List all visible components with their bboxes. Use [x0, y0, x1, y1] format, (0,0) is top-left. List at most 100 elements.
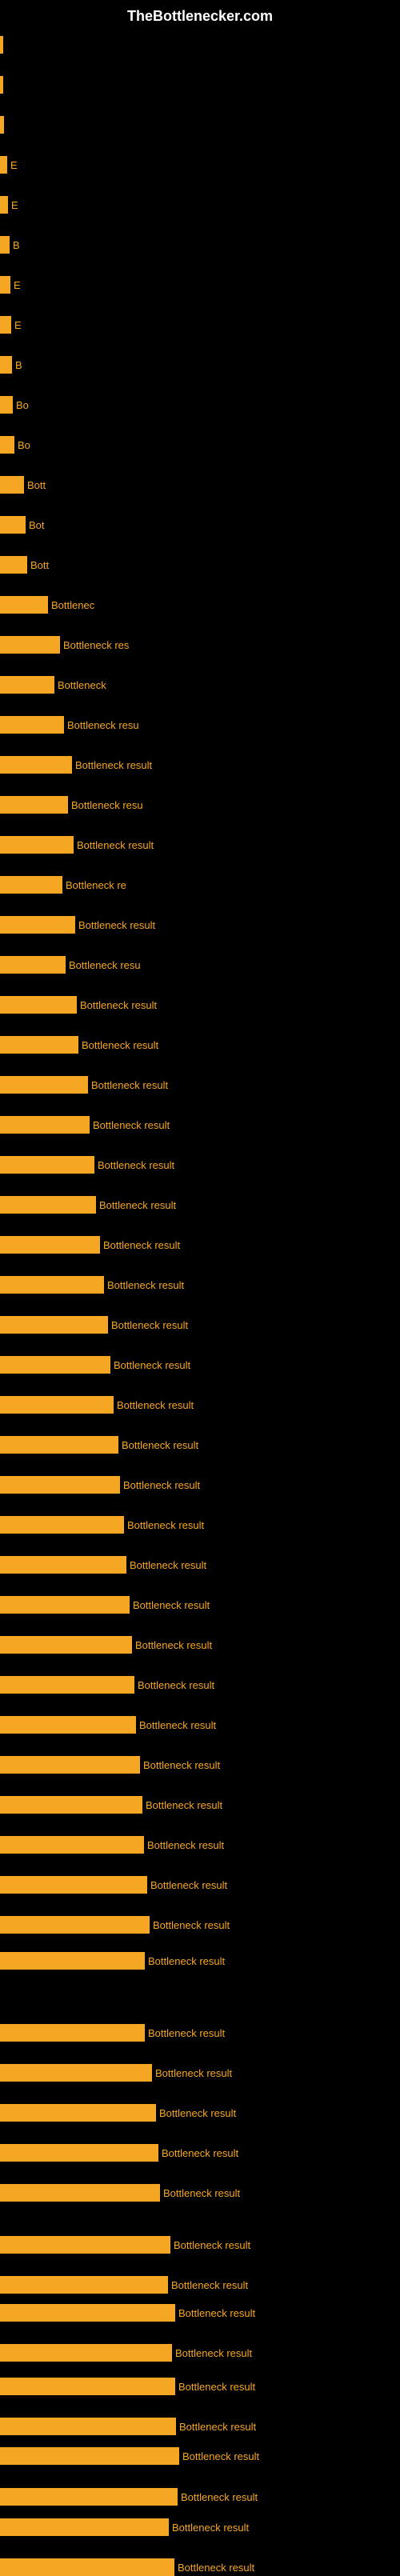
- bar: [0, 196, 8, 214]
- bar-item: Bottleneck result: [0, 1476, 200, 1494]
- bar: [0, 316, 11, 334]
- bar: [0, 436, 14, 454]
- bar: [0, 36, 3, 54]
- bar-label: Bottleneck result: [169, 2522, 249, 2534]
- bar-item: Bottleneck result: [0, 1796, 222, 1814]
- bar-item: Bott: [0, 476, 46, 494]
- bar: [0, 636, 60, 654]
- bar: [0, 996, 77, 1014]
- bar: [0, 1076, 88, 1094]
- bar-item: Bottleneck resu: [0, 796, 143, 814]
- bar-item: Bottleneck result: [0, 1396, 194, 1414]
- bar: [0, 1356, 110, 1374]
- bar-item: [0, 36, 6, 54]
- bar-item: Bottleneck result: [0, 1436, 198, 1454]
- bar-item: Bottleneck result: [0, 2558, 254, 2576]
- bar-label: Bottleneck resu: [64, 719, 139, 731]
- bar-item: E: [0, 156, 18, 174]
- bar: [0, 836, 74, 854]
- bar-label: Bottleneck result: [134, 1679, 214, 1691]
- bar-label: Bottleneck result: [94, 1159, 174, 1171]
- bar-item: Bottleneck result: [0, 2064, 232, 2082]
- bar-label: B: [10, 239, 20, 251]
- bar-item: Bottleneck result: [0, 1156, 174, 1174]
- bar: [0, 1916, 150, 1934]
- bar-item: Bottleneck result: [0, 1916, 230, 1934]
- bar: [0, 76, 3, 94]
- bar-item: Bottleneck result: [0, 1356, 190, 1374]
- bar-label: E: [8, 199, 18, 211]
- bar-item: Bottleneck result: [0, 1236, 180, 1254]
- bar: [0, 1636, 132, 1654]
- bar: [0, 956, 66, 974]
- bar-item: Bottleneck result: [0, 2418, 256, 2435]
- bar-label: Bottleneck: [54, 679, 106, 691]
- bar-label: Bottleneck result: [172, 2347, 252, 2359]
- bar-label: Bottleneck result: [136, 1719, 216, 1731]
- bar: [0, 2064, 152, 2082]
- bar-label: Bottleneck result: [75, 919, 155, 931]
- bar-item: Bottleneck result: [0, 1716, 216, 1734]
- bar-label: E: [10, 279, 21, 291]
- bar-item: Bottleneck result: [0, 1876, 227, 1894]
- bar: [0, 1236, 100, 1254]
- bar-item: Bottleneck result: [0, 1756, 220, 1774]
- bar-label: Bottleneck result: [147, 1879, 227, 1891]
- bar-item: Bottleneck result: [0, 1952, 225, 1970]
- bar-item: Bottleneck result: [0, 1676, 214, 1694]
- bar-item: Bottleneck result: [0, 2378, 255, 2395]
- bar-item: Bottleneck result: [0, 1196, 176, 1214]
- bar-item: Bottleneck resu: [0, 956, 141, 974]
- bar: [0, 2104, 156, 2122]
- bar-label: Bottlenec: [48, 599, 94, 611]
- bar-label: Bottleneck result: [118, 1439, 198, 1451]
- bar-label: Bo: [14, 439, 30, 451]
- bar: [0, 1276, 104, 1294]
- bar-label: Bottleneck result: [72, 759, 152, 771]
- bar: [0, 1716, 136, 1734]
- bar-item: Bottleneck result: [0, 1076, 168, 1094]
- bar: [0, 2184, 160, 2202]
- bar-label: Bottleneck result: [175, 2307, 255, 2319]
- bar-item: Bottleneck result: [0, 2344, 252, 2362]
- bar-label: Bottleneck result: [132, 1639, 212, 1651]
- bar-label: Bottleneck result: [74, 839, 154, 851]
- bar: [0, 1876, 147, 1894]
- bar-label: Bottleneck result: [77, 999, 157, 1011]
- bar: [0, 676, 54, 694]
- bar: [0, 716, 64, 734]
- bar-label: Bottleneck result: [160, 2187, 240, 2199]
- bar: [0, 596, 48, 614]
- bar: [0, 1756, 140, 1774]
- bar-label: Bottleneck result: [88, 1079, 168, 1091]
- bar-item: Bottleneck result: [0, 2144, 238, 2162]
- bar: [0, 756, 72, 774]
- bar-label: Bottleneck result: [100, 1239, 180, 1251]
- bar-item: E: [0, 276, 21, 294]
- bar-item: Bottlenec: [0, 596, 94, 614]
- bar-item: Bottleneck result: [0, 2104, 236, 2122]
- bar: [0, 476, 24, 494]
- bar-label: Bottleneck result: [126, 1559, 206, 1571]
- bar: [0, 2447, 179, 2465]
- bar-label: Bottleneck resu: [68, 799, 143, 811]
- bar: [0, 1196, 96, 1214]
- bar-label: Bott: [27, 559, 49, 571]
- bar-item: Bottleneck result: [0, 2518, 249, 2536]
- bar-label: Bottleneck result: [145, 2027, 225, 2039]
- bar-item: Bottleneck result: [0, 2024, 225, 2042]
- bar: [0, 1676, 134, 1694]
- bar: [0, 1476, 120, 1494]
- bar-item: Bott: [0, 556, 49, 574]
- bar-item: Bottleneck result: [0, 2488, 258, 2506]
- bar-item: Bottleneck result: [0, 2304, 255, 2322]
- bar: [0, 1156, 94, 1174]
- bar: [0, 1516, 124, 1534]
- bar-label: Bot: [26, 519, 45, 531]
- bar-item: Bottleneck result: [0, 1516, 204, 1534]
- bar-label: Bottleneck result: [179, 2450, 259, 2462]
- bar-item: Bottleneck re: [0, 876, 126, 894]
- chart-area: TheBottlenecker.com EEBEEBBoBoBottBotBot…: [0, 0, 400, 2560]
- bar-item: Bottleneck result: [0, 916, 155, 934]
- bar-label: Bottleneck result: [150, 1919, 230, 1931]
